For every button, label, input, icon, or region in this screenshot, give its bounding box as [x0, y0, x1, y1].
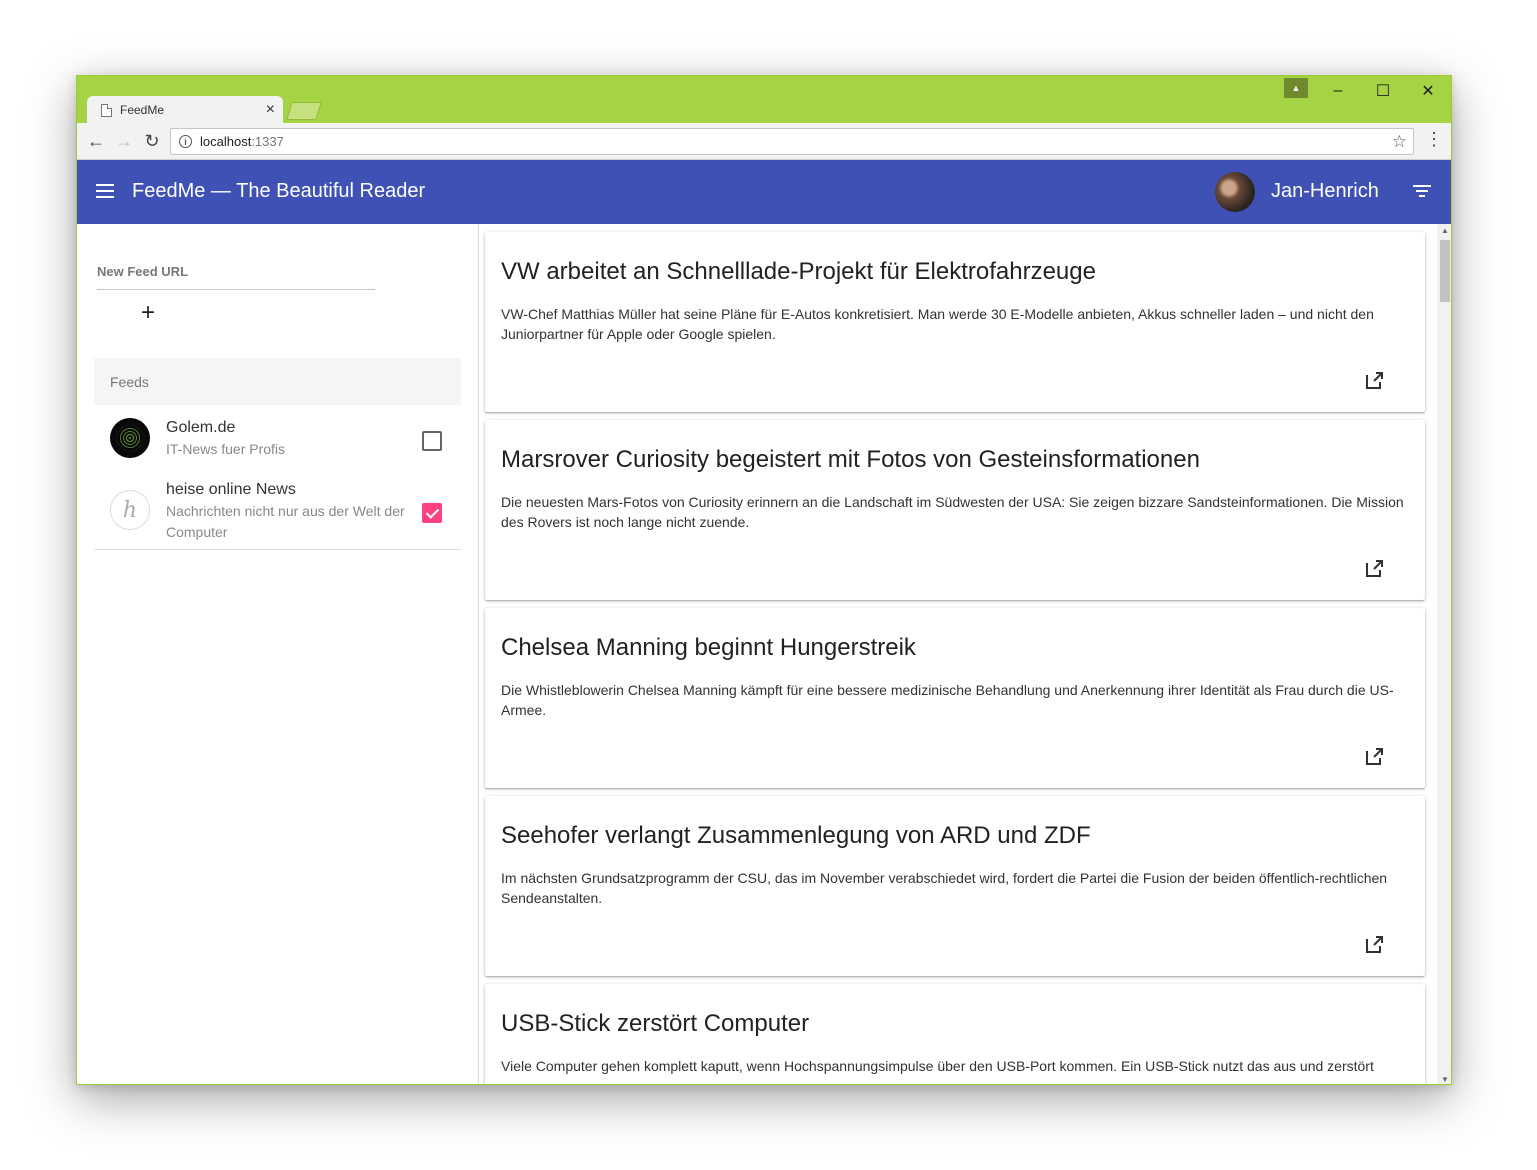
feeds-subheader: Feeds	[94, 358, 461, 405]
app-title: FeedMe — The Beautiful Reader	[132, 180, 426, 202]
article-title: VW arbeitet an Schnelllade-Projekt für E…	[501, 258, 1096, 285]
article-title: Chelsea Manning beginnt Hungerstreik	[501, 634, 916, 661]
browser-toolbar: ← → ↻ i localhost:1337 ☆ ⋮	[77, 123, 1451, 160]
article-summary: VW-Chef Matthias Müller hat seine Pläne …	[501, 306, 1374, 342]
browser-titlebar: FeedMe × ▲ – ☐ ✕	[77, 76, 1451, 124]
scroll-down-arrow-icon[interactable]: ▼	[1441, 1075, 1449, 1084]
browser-menu-icon[interactable]: ⋮	[1425, 129, 1443, 150]
article-card[interactable]: Marsrover Curiosity begeistert mit Fotos…	[485, 420, 1425, 600]
browser-tab[interactable]: FeedMe ×	[87, 96, 283, 124]
feed-name: heise online News	[166, 481, 296, 498]
open-in-new-icon[interactable]	[1364, 559, 1384, 579]
tab-title: FeedMe	[120, 103, 165, 117]
reload-icon[interactable]: ↻	[140, 129, 164, 153]
maximize-button[interactable]: ☐	[1360, 76, 1406, 106]
article-summary: Im nächsten Grundsatzprogramm der CSU, d…	[501, 870, 1388, 906]
feed-name: Golem.de	[166, 419, 236, 436]
sidebar: New Feed URL + Feeds Golem.de IT-News fu…	[77, 224, 479, 1084]
user-name[interactable]: Jan-Henrich	[1271, 180, 1379, 203]
open-in-new-icon[interactable]	[1364, 371, 1384, 391]
article-card[interactable]: USB-Stick zerstört Computer Viele Comput…	[485, 984, 1425, 1084]
feed-checkbox-golem[interactable]	[422, 431, 442, 451]
open-in-new-icon[interactable]	[1364, 935, 1384, 955]
divider	[94, 549, 461, 550]
address-bar[interactable]: i localhost:1337 ☆	[170, 128, 1414, 155]
article-card[interactable]: VW arbeitet an Schnelllade-Projekt für E…	[485, 232, 1425, 412]
article-summary: Die neuesten Mars-Fotos von Curiosity er…	[501, 494, 1404, 530]
user-avatar[interactable]	[1215, 172, 1255, 212]
article-title: USB-Stick zerstört Computer	[501, 1010, 810, 1037]
feed-item-heise[interactable]: h heise online News Nachrichten nicht nu…	[94, 478, 461, 546]
article-title: Marsrover Curiosity begeistert mit Fotos…	[501, 446, 1200, 473]
feed-checkbox-heise[interactable]	[422, 503, 442, 523]
minimize-button[interactable]: –	[1315, 76, 1361, 106]
app-root: FeedMe — The Beautiful Reader Jan-Henric…	[77, 160, 1451, 1084]
golem-logo	[110, 418, 150, 458]
url-port: :1337	[251, 134, 284, 149]
feed-description: IT-News fuer Profis	[166, 441, 286, 457]
page-icon	[101, 103, 112, 117]
tab-close-icon[interactable]: ×	[266, 101, 275, 119]
article-summary: Die Whistleblowerin Chelsea Manning kämp…	[501, 682, 1394, 718]
new-feed-url-label: New Feed URL	[97, 264, 189, 279]
filter-icon[interactable]	[1413, 185, 1431, 198]
feed-item-golem[interactable]: Golem.de IT-News fuer Profis	[94, 416, 461, 468]
scroll-thumb[interactable]	[1440, 240, 1450, 302]
forward-arrow-icon[interactable]: →	[112, 129, 136, 153]
open-in-new-icon[interactable]	[1364, 747, 1384, 767]
hamburger-menu-icon[interactable]	[96, 184, 114, 198]
close-window-button[interactable]: ✕	[1405, 76, 1451, 106]
article-card[interactable]: Chelsea Manning beginnt Hungerstreik Die…	[485, 608, 1425, 788]
new-feed-url-input[interactable]	[97, 289, 375, 290]
scroll-up-arrow-icon[interactable]: ▲	[1441, 226, 1449, 235]
scrollbar[interactable]: ▲ ▼	[1437, 224, 1451, 1084]
url-host: localhost	[200, 134, 252, 149]
app-bar: FeedMe — The Beautiful Reader Jan-Henric…	[77, 160, 1451, 224]
add-feed-button[interactable]: +	[137, 301, 159, 325]
heise-logo: h	[110, 490, 150, 530]
article-summary: Viele Computer gehen komplett kaputt, we…	[501, 1058, 1374, 1074]
feed-description: Nachrichten nicht nur aus der Welt der C…	[166, 503, 405, 540]
back-arrow-icon[interactable]: ←	[84, 129, 108, 153]
info-icon[interactable]: i	[179, 135, 192, 148]
new-tab-button[interactable]	[286, 102, 322, 120]
browser-window: FeedMe × ▲ – ☐ ✕ ← → ↻ i localhost:1337 …	[76, 75, 1452, 1085]
article-card[interactable]: Seehofer verlangt Zusammenlegung von ARD…	[485, 796, 1425, 976]
article-title: Seehofer verlangt Zusammenlegung von ARD…	[501, 822, 1091, 849]
bookmark-star-icon[interactable]: ☆	[1392, 132, 1407, 152]
profile-icon[interactable]: ▲	[1284, 78, 1308, 98]
article-list: VW arbeitet an Schnelllade-Projekt für E…	[480, 224, 1437, 1084]
